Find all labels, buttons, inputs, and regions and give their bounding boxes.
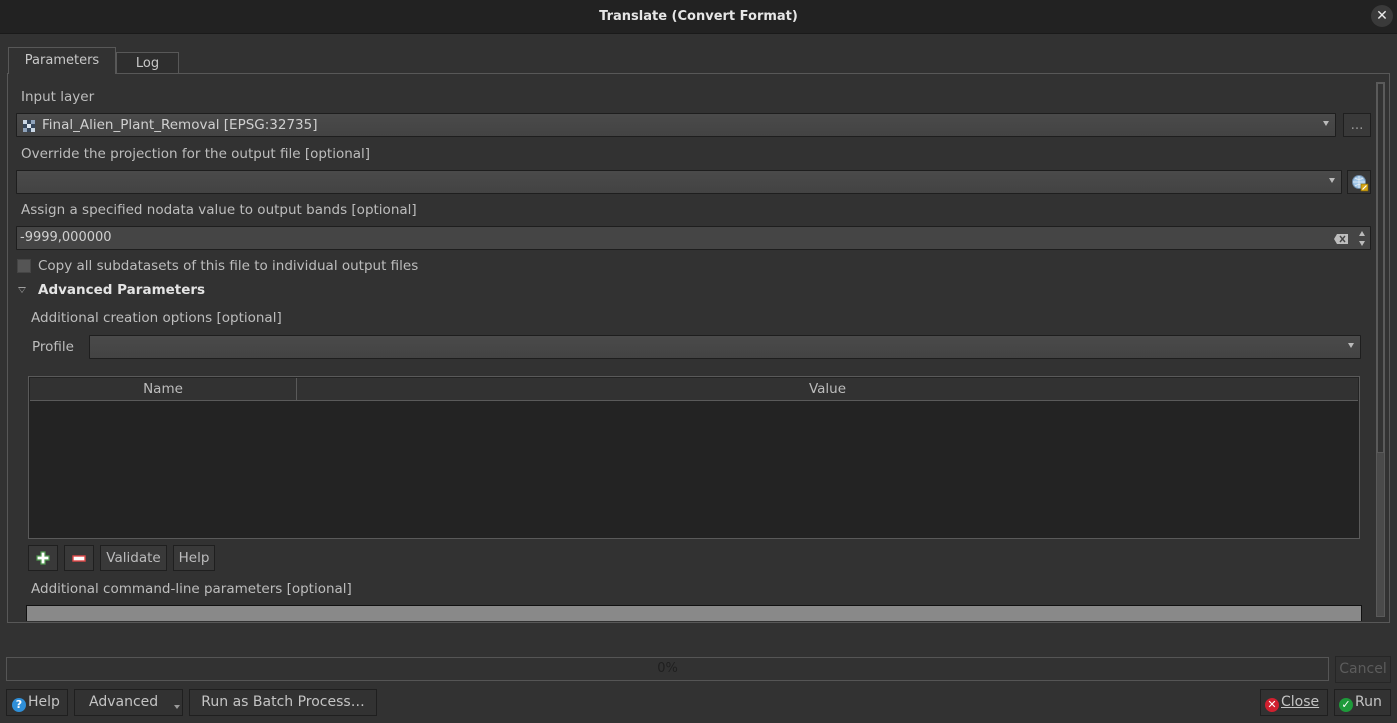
scrollbar-handle[interactable]: [1377, 83, 1384, 453]
advanced-button-label: Advanced: [89, 694, 159, 710]
chevron-down-icon: [174, 705, 180, 709]
chevron-down-icon: [1323, 121, 1329, 126]
help-button[interactable]: ? Help: [6, 689, 68, 716]
nodata-value: -9999,000000: [20, 230, 112, 245]
copy-subdatasets-checkbox[interactable]: [17, 259, 31, 273]
spin-down-icon[interactable]: [1359, 241, 1365, 246]
chevron-down-icon: [1348, 343, 1354, 348]
table-header: Name Value: [30, 378, 1358, 401]
chevron-down-icon: [1329, 178, 1335, 183]
collapse-triangle-icon[interactable]: [18, 287, 26, 293]
title-bar: Translate (Convert Format) ✕: [0, 0, 1397, 34]
projection-selector-icon: [1352, 175, 1369, 192]
browse-layer-button[interactable]: ...: [1343, 113, 1371, 137]
column-header-name[interactable]: Name: [30, 378, 297, 400]
input-layer-combobox[interactable]: Final_Alien_Plant_Removal [EPSG:32735]: [16, 113, 1336, 137]
copy-subdatasets-label: Copy all subdatasets of this file to ind…: [38, 258, 419, 274]
run-button-label: Run: [1355, 694, 1382, 710]
vertical-scrollbar[interactable]: [1376, 82, 1385, 617]
progress-bar: 0%: [6, 657, 1329, 681]
close-circle-icon: ✕: [1265, 698, 1279, 712]
tab-parameters[interactable]: Parameters: [8, 47, 116, 74]
minus-icon: [72, 555, 86, 562]
profile-label: Profile: [32, 339, 74, 355]
input-layer-label: Input layer: [21, 89, 95, 105]
cancel-button[interactable]: Cancel: [1335, 656, 1391, 683]
nodata-spinbox[interactable]: -9999,000000: [16, 226, 1371, 250]
window-title: Translate (Convert Format): [599, 9, 798, 24]
input-layer-value: Final_Alien_Plant_Removal [EPSG:32735]: [42, 117, 318, 133]
nodata-label: Assign a specified nodata value to outpu…: [21, 202, 417, 218]
run-batch-button[interactable]: Run as Batch Process…: [189, 689, 377, 716]
cmdline-label: Additional command-line parameters [opti…: [31, 581, 352, 597]
check-icon: ✓: [1339, 698, 1353, 712]
help-button-label: Help: [28, 694, 60, 710]
select-crs-button[interactable]: [1347, 170, 1371, 194]
profile-combobox[interactable]: [89, 335, 1361, 359]
close-icon: ✕: [1376, 8, 1388, 24]
validate-button[interactable]: Validate: [100, 545, 167, 571]
add-option-button[interactable]: [28, 545, 58, 571]
tab-log[interactable]: Log: [116, 52, 179, 73]
projection-combobox[interactable]: [16, 170, 1342, 194]
help-icon: ?: [12, 698, 26, 712]
advanced-parameters-header[interactable]: Advanced Parameters: [38, 282, 205, 298]
plus-icon: [36, 551, 50, 565]
creation-options-table[interactable]: Name Value: [28, 376, 1360, 539]
raster-layer-icon: [23, 120, 35, 132]
cmdline-input[interactable]: [26, 605, 1362, 621]
spin-up-icon[interactable]: [1359, 231, 1365, 236]
advanced-dropdown-button[interactable]: Advanced: [74, 689, 183, 716]
close-button[interactable]: ✕ Close: [1260, 689, 1328, 716]
close-button-label: Close: [1281, 694, 1320, 710]
creation-options-label: Additional creation options [optional]: [31, 310, 282, 326]
window-close-button[interactable]: ✕: [1371, 5, 1393, 27]
remove-option-button[interactable]: [64, 545, 94, 571]
run-button[interactable]: ✓ Run: [1334, 689, 1391, 716]
progress-text: 0%: [657, 661, 678, 676]
clear-icon[interactable]: [1334, 234, 1348, 244]
column-header-value[interactable]: Value: [297, 378, 1358, 400]
projection-label: Override the projection for the output f…: [21, 146, 371, 162]
options-help-button[interactable]: Help: [173, 545, 215, 571]
